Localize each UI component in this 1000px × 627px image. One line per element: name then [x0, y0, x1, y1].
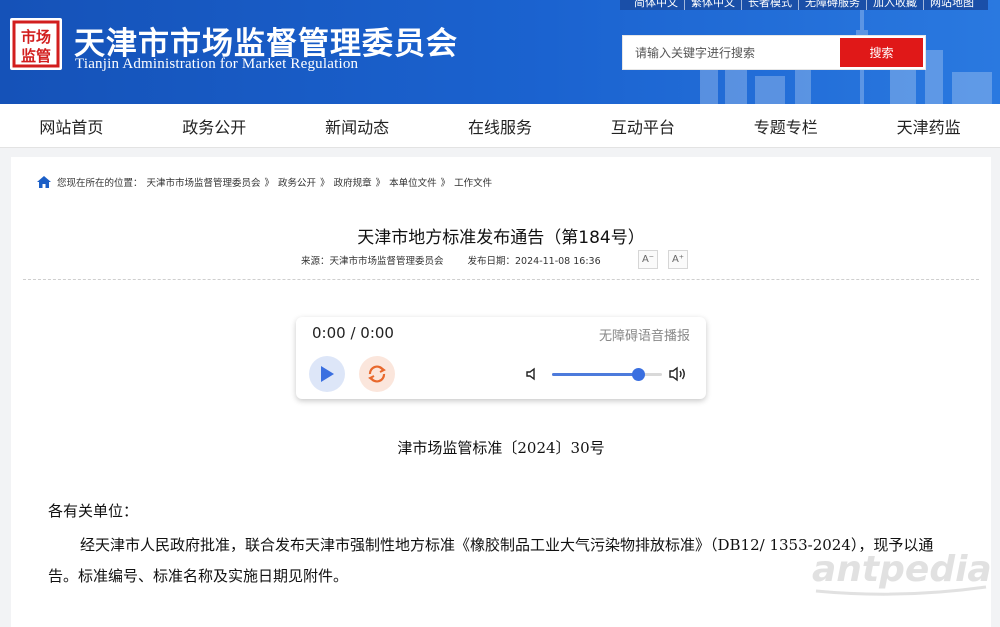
document-number: 津市场监管标准〔2024〕30号	[397, 439, 605, 457]
top-links: 简体中文 繁体中文 长者模式 无障碍服务 加入收藏 网站地图	[620, 0, 988, 10]
watermark-logo: antpedia	[812, 549, 990, 596]
site-header: 简体中文 繁体中文 长者模式 无障碍服务 加入收藏 网站地图 市场 监管 天津市…	[0, 0, 1000, 104]
search-button[interactable]: 搜索	[840, 38, 923, 67]
volume-slider[interactable]	[552, 368, 662, 381]
svg-text:监管: 监管	[21, 47, 51, 65]
play-button[interactable]	[309, 356, 345, 392]
article-source: 来源：天津市市场监督管理委员会	[301, 256, 444, 267]
breadcrumb-separator: 》	[375, 178, 386, 189]
font-smaller-button[interactable]: A⁻	[638, 250, 658, 269]
volume-slider-fill	[552, 373, 638, 376]
article-meta: 来源：天津市市场监督管理委员会 发布日期：2024-11-08 16:36	[301, 253, 601, 267]
nav-item-online-services[interactable]: 在线服务	[429, 104, 572, 147]
svg-text:antpedia: antpedia	[812, 549, 990, 590]
site-logo[interactable]: 市场 监管	[10, 18, 62, 70]
svg-text:市场: 市场	[21, 28, 51, 46]
breadcrumb-prefix: 您现在所在的位置：	[57, 178, 143, 189]
link-simplified-chinese[interactable]: 简体中文	[628, 0, 684, 10]
article-date: 发布日期：2024-11-08 16:36	[467, 256, 601, 267]
nav-item-interaction[interactable]: 互动平台	[571, 104, 714, 147]
article-title: 天津市地方标准发布通告（第184号）	[357, 228, 645, 248]
breadcrumb-separator: 》	[264, 178, 275, 189]
site-subtitle: Tianjin Administration for Market Regula…	[75, 56, 359, 72]
player-time: 0:00 / 0:00	[312, 324, 394, 342]
nav-item-special-topics[interactable]: 专题专栏	[714, 104, 857, 147]
refresh-icon	[368, 365, 386, 383]
search-box: 搜索	[622, 35, 926, 70]
volume-high-icon[interactable]	[668, 365, 688, 383]
search-input[interactable]	[623, 36, 865, 69]
salutation: 各有关单位：	[48, 502, 139, 520]
audio-player: 0:00 / 0:00 无障碍语音播报	[296, 317, 706, 399]
breadcrumb: 您现在所在的位置： 天津市市场监督管理委员会 》 政务公开 》 政府规章 》 本…	[36, 175, 496, 189]
volume-slider-handle[interactable]	[631, 368, 645, 381]
breadcrumb-item[interactable]: 政务公开	[278, 175, 316, 189]
breadcrumb-item[interactable]: 工作文件	[454, 175, 492, 189]
volume-low-icon[interactable]	[525, 367, 539, 381]
nav-item-government-affairs[interactable]: 政务公开	[143, 104, 286, 147]
nav-item-home[interactable]: 网站首页	[0, 104, 143, 147]
nav-item-news[interactable]: 新闻动态	[286, 104, 429, 147]
breadcrumb-item[interactable]: 本单位文件	[389, 175, 437, 189]
link-add-favorite[interactable]: 加入收藏	[866, 0, 923, 10]
logo-seal-icon: 市场 监管	[12, 20, 60, 68]
link-elder-mode[interactable]: 长者模式	[741, 0, 798, 10]
link-sitemap[interactable]: 网站地图	[923, 0, 980, 10]
link-traditional-chinese[interactable]: 繁体中文	[684, 0, 741, 10]
nav-item-drug-supervision[interactable]: 天津药监	[857, 104, 1000, 147]
replay-button[interactable]	[359, 356, 395, 392]
title-divider	[23, 279, 979, 280]
link-accessibility[interactable]: 无障碍服务	[798, 0, 866, 10]
play-icon	[321, 366, 334, 382]
player-label: 无障碍语音播报	[598, 329, 690, 344]
font-larger-button[interactable]: A⁺	[668, 250, 688, 269]
home-icon[interactable]	[36, 175, 52, 189]
main-nav: 网站首页 政务公开 新闻动态 在线服务 互动平台 专题专栏 天津药监	[0, 104, 1000, 148]
breadcrumb-item[interactable]: 政府规章	[334, 175, 372, 189]
breadcrumb-separator: 》	[440, 178, 451, 189]
breadcrumb-item[interactable]: 天津市市场监督管理委员会	[147, 175, 261, 189]
breadcrumb-separator: 》	[320, 178, 330, 189]
